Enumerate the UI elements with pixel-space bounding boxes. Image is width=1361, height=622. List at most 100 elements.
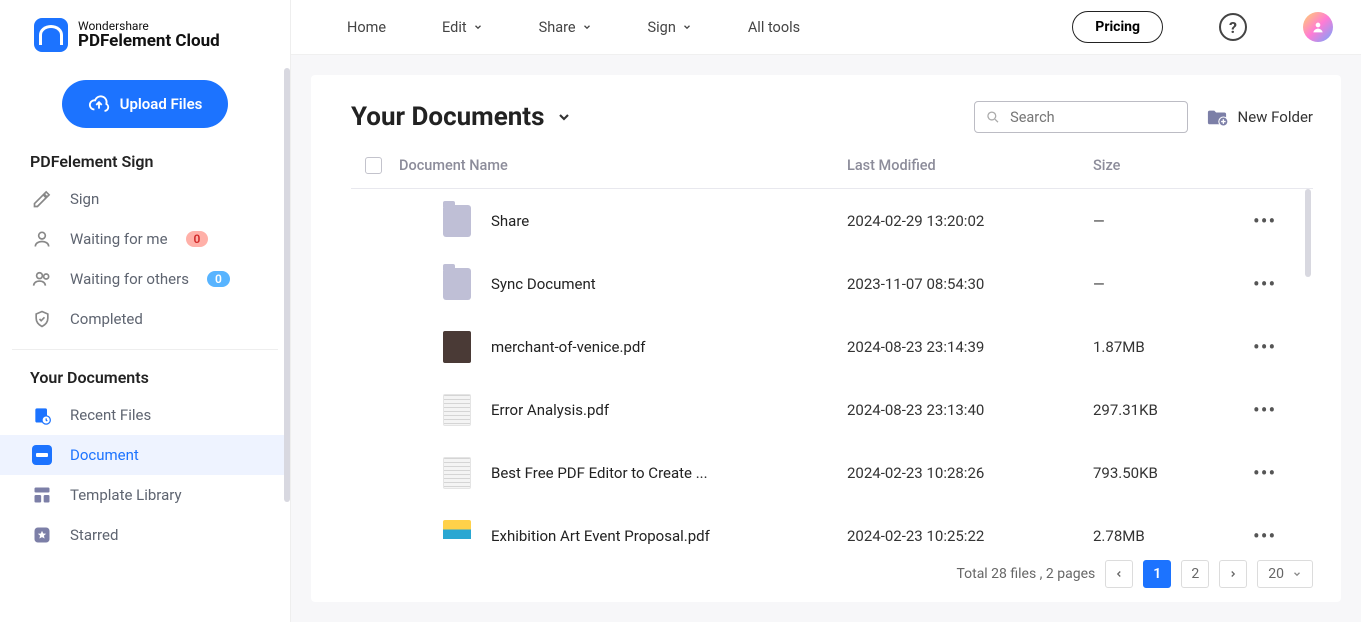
pager-next[interactable] bbox=[1219, 560, 1247, 588]
file-size: 1.87MB bbox=[1093, 338, 1253, 356]
sidebar-item-label: Starred bbox=[70, 526, 118, 544]
count-badge: 0 bbox=[207, 271, 230, 287]
sidebar-item-waiting-for-others[interactable]: Waiting for others 0 bbox=[0, 259, 290, 299]
file-name: Share bbox=[491, 212, 529, 230]
table-row[interactable]: merchant-of-venice.pdf 2024-08-23 23:14:3… bbox=[351, 315, 1313, 378]
table-row[interactable]: Sync Document2023-11-07 08:54:30—••• bbox=[351, 252, 1313, 315]
sidebar-item-recent-files[interactable]: Recent Files bbox=[0, 395, 290, 435]
star-icon bbox=[32, 525, 52, 545]
row-actions-icon[interactable]: ••• bbox=[1253, 209, 1276, 233]
brand-logo[interactable]: Wondershare PDFelement Cloud bbox=[0, 0, 290, 58]
brand-big: PDFelement Cloud bbox=[78, 32, 220, 51]
page-title[interactable]: Your Documents bbox=[351, 102, 572, 132]
nav-edit[interactable]: Edit bbox=[442, 19, 483, 36]
pdf-thumbnail-icon bbox=[443, 394, 471, 426]
person-icon bbox=[32, 229, 52, 249]
nav-sign[interactable]: Sign bbox=[648, 19, 692, 36]
pagination: Total 28 files , 2 pages 1 2 20 bbox=[351, 548, 1313, 594]
table-row[interactable]: Share2024-02-29 13:20:02—••• bbox=[351, 189, 1313, 252]
chevron-down-icon bbox=[1292, 569, 1302, 579]
help-icon[interactable]: ? bbox=[1219, 13, 1247, 41]
sidebar-item-label: Template Library bbox=[70, 486, 182, 504]
file-name: Best Free PDF Editor to Create ... bbox=[491, 464, 708, 482]
page-size-select[interactable]: 20 bbox=[1257, 560, 1313, 588]
search-icon bbox=[985, 108, 1001, 126]
table-header: Document Name Last Modified Size bbox=[351, 133, 1313, 189]
upload-files-button[interactable]: Upload Files bbox=[62, 80, 229, 128]
file-modified: 2024-02-23 10:25:22 bbox=[847, 527, 1093, 545]
folder-icon bbox=[443, 205, 471, 237]
sidebar-item-sign[interactable]: Sign bbox=[0, 179, 290, 219]
nav-label: Sign bbox=[648, 19, 676, 36]
cloud-upload-icon bbox=[88, 93, 110, 115]
file-name: merchant-of-venice.pdf bbox=[491, 338, 646, 356]
sidebar-item-document[interactable]: Document bbox=[0, 435, 290, 475]
nav-all-tools[interactable]: All tools bbox=[748, 19, 800, 36]
file-size: 297.31KB bbox=[1093, 401, 1253, 419]
search-input[interactable] bbox=[1010, 109, 1176, 126]
section-title-docs: Your Documents bbox=[0, 362, 290, 395]
pricing-button[interactable]: Pricing bbox=[1072, 11, 1163, 43]
file-name: Sync Document bbox=[491, 275, 596, 293]
file-size: — bbox=[1093, 212, 1253, 230]
sidebar-item-waiting-for-me[interactable]: Waiting for me 0 bbox=[0, 219, 290, 259]
col-size[interactable]: Size bbox=[1093, 157, 1253, 174]
list-scrollbar[interactable] bbox=[1305, 189, 1311, 277]
folder-plus-icon bbox=[1206, 107, 1228, 127]
pager-summary: Total 28 files , 2 pages bbox=[956, 566, 1095, 582]
file-modified: 2024-08-23 23:14:39 bbox=[847, 338, 1093, 356]
pdf-thumbnail-icon bbox=[443, 457, 471, 489]
document-icon bbox=[32, 445, 52, 465]
people-icon bbox=[32, 269, 52, 289]
row-actions-icon[interactable]: ••• bbox=[1253, 272, 1276, 296]
file-list: Share2024-02-29 13:20:02—••• Sync Documen… bbox=[351, 189, 1313, 548]
sidebar-item-completed[interactable]: Completed bbox=[0, 299, 290, 339]
nav-home[interactable]: Home bbox=[347, 19, 386, 36]
sidebar-item-label: Document bbox=[70, 446, 139, 464]
chevron-down-icon bbox=[473, 22, 483, 32]
folder-icon bbox=[443, 268, 471, 300]
search-box[interactable] bbox=[974, 101, 1188, 133]
nav-label: Edit bbox=[442, 19, 467, 36]
pdf-thumbnail-icon bbox=[443, 520, 471, 549]
row-actions-icon[interactable]: ••• bbox=[1253, 398, 1276, 422]
avatar[interactable] bbox=[1303, 12, 1333, 42]
sidebar-scrollbar[interactable] bbox=[284, 68, 290, 502]
file-modified: 2024-08-23 23:13:40 bbox=[847, 401, 1093, 419]
shield-check-icon bbox=[32, 309, 52, 329]
new-folder-button[interactable]: New Folder bbox=[1206, 107, 1313, 127]
nav-share[interactable]: Share bbox=[539, 19, 592, 36]
file-name: Error Analysis.pdf bbox=[491, 401, 609, 419]
main: Home Edit Share Sign All tools Pricing ?… bbox=[291, 0, 1361, 622]
pencil-icon bbox=[32, 189, 52, 209]
page-title-text: Your Documents bbox=[351, 102, 544, 132]
pager-prev[interactable] bbox=[1105, 560, 1133, 588]
pager-page-2[interactable]: 2 bbox=[1181, 560, 1209, 588]
upload-label: Upload Files bbox=[120, 95, 203, 113]
topbar: Home Edit Share Sign All tools Pricing ? bbox=[291, 0, 1361, 55]
file-size: 2.78MB bbox=[1093, 527, 1253, 545]
page-size-value: 20 bbox=[1268, 566, 1284, 582]
row-actions-icon[interactable]: ••• bbox=[1253, 335, 1276, 359]
chevron-down-icon bbox=[582, 22, 592, 32]
nav-label: Share bbox=[539, 19, 576, 36]
row-actions-icon[interactable]: ••• bbox=[1253, 524, 1276, 548]
new-folder-label: New Folder bbox=[1238, 108, 1313, 126]
file-name: Exhibition Art Event Proposal.pdf bbox=[491, 527, 710, 545]
sidebar-item-template-library[interactable]: Template Library bbox=[0, 475, 290, 515]
pager-page-1[interactable]: 1 bbox=[1143, 560, 1171, 588]
table-row[interactable]: Error Analysis.pdf 2024-08-23 23:13:40297… bbox=[351, 378, 1313, 441]
file-modified: 2023-11-07 08:54:30 bbox=[847, 275, 1093, 293]
select-all-checkbox[interactable] bbox=[365, 157, 382, 174]
sidebar-item-starred[interactable]: Starred bbox=[0, 515, 290, 555]
chevron-down-icon bbox=[556, 109, 572, 125]
row-actions-icon[interactable]: ••• bbox=[1253, 461, 1276, 485]
sidebar-item-label: Sign bbox=[70, 190, 99, 208]
table-row[interactable]: Best Free PDF Editor to Create ...2024-0… bbox=[351, 441, 1313, 504]
count-badge: 0 bbox=[186, 231, 209, 247]
col-name[interactable]: Document Name bbox=[399, 157, 847, 174]
content-card: Your Documents New Folder Document Name … bbox=[311, 75, 1341, 602]
table-row[interactable]: Exhibition Art Event Proposal.pdf 2024-02… bbox=[351, 504, 1313, 548]
pdf-thumbnail-icon bbox=[443, 331, 471, 363]
col-modified[interactable]: Last Modified bbox=[847, 157, 1093, 174]
